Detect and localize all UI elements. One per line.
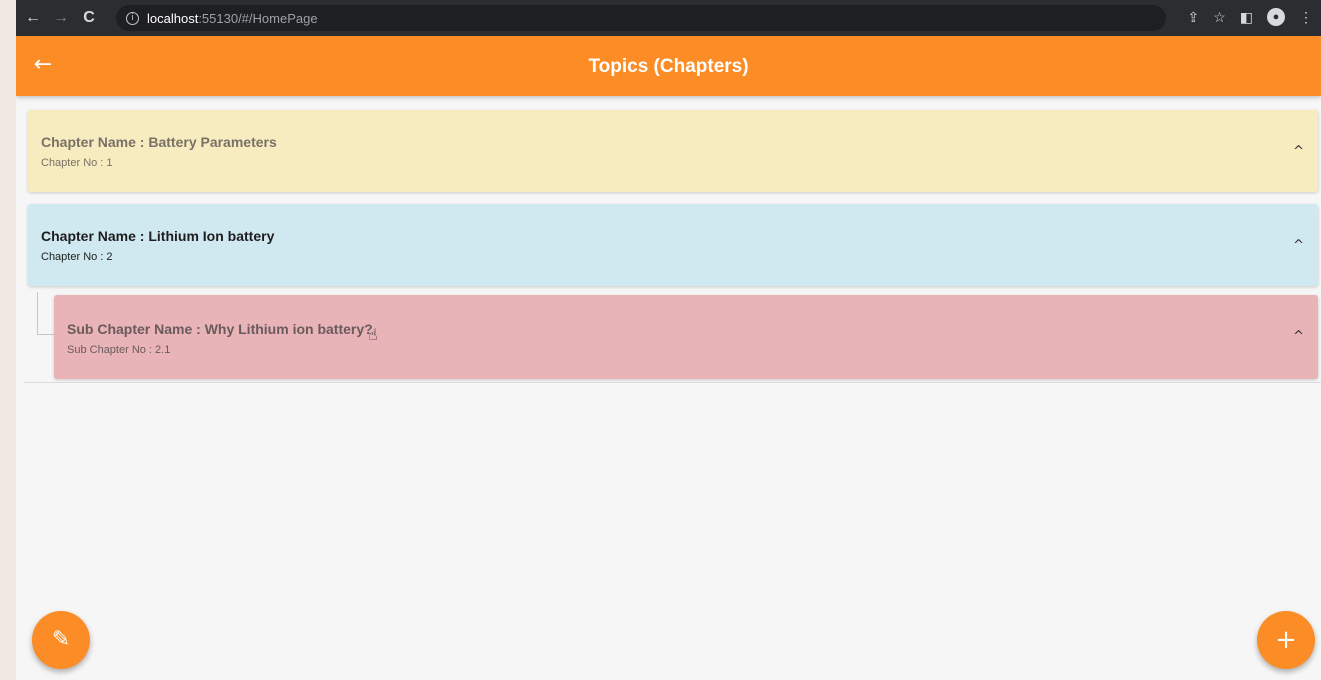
sub-chapter-title: Sub Chapter Name : Why Lithium ion batte… (67, 321, 373, 337)
edit-icon: ✎ (51, 627, 71, 652)
chapter-title: Chapter Name : Lithium Ion battery (41, 228, 275, 244)
add-icon: + (1275, 625, 1297, 655)
hand-cursor-icon: ☝ (368, 325, 378, 344)
chevron-up-icon[interactable]: ^ (1293, 238, 1304, 253)
browser-back-button[interactable]: ← (22, 8, 44, 28)
app-viewport: ← → C i localhost:55130/#/HomePage ⇪ ☆ ◧… (16, 0, 1321, 680)
url-host: localhost (147, 10, 199, 26)
chapter-number: Chapter No : 2 (41, 251, 113, 263)
browser-menu-icon[interactable]: ⋮ (1299, 9, 1313, 26)
profile-icon[interactable]: ● (1267, 8, 1285, 26)
add-fab-button[interactable]: + (1257, 611, 1315, 669)
tree-connector (37, 292, 54, 335)
site-info-icon[interactable]: i (126, 11, 139, 25)
address-bar[interactable]: i localhost:55130/#/HomePage (116, 5, 1166, 31)
sub-chapter-number: Sub Chapter No : 2.1 (67, 344, 171, 356)
bookmark-star-icon[interactable]: ☆ (1213, 9, 1226, 26)
chapter-card-1[interactable]: Chapter Name : Battery Parameters Chapte… (28, 110, 1318, 192)
chevron-up-icon[interactable]: ^ (1293, 329, 1304, 344)
browser-forward-button[interactable]: → (50, 8, 72, 28)
side-panel-icon[interactable]: ◧ (1240, 9, 1253, 26)
chevron-up-icon[interactable]: ^ (1293, 144, 1304, 159)
share-icon[interactable]: ⇪ (1187, 9, 1199, 26)
chapter-card-2[interactable]: Chapter Name : Lithium Ion battery Chapt… (28, 204, 1318, 286)
browser-toolbar: ← → C i localhost:55130/#/HomePage ⇪ ☆ ◧… (16, 0, 1321, 36)
page-title: Topics (Chapters) (588, 56, 749, 77)
app-bar: ← Topics (Chapters) (16, 36, 1321, 96)
chapter-title: Chapter Name : Battery Parameters (41, 134, 277, 150)
url-path: :55130/#/HomePage (198, 10, 318, 26)
browser-reload-button[interactable]: C (78, 8, 100, 28)
edit-fab-button[interactable]: ✎ (32, 611, 90, 669)
list-divider (24, 382, 1321, 383)
chapter-number: Chapter No : 1 (41, 157, 113, 169)
sub-chapter-card-2-1[interactable]: Sub Chapter Name : Why Lithium ion batte… (54, 295, 1318, 379)
